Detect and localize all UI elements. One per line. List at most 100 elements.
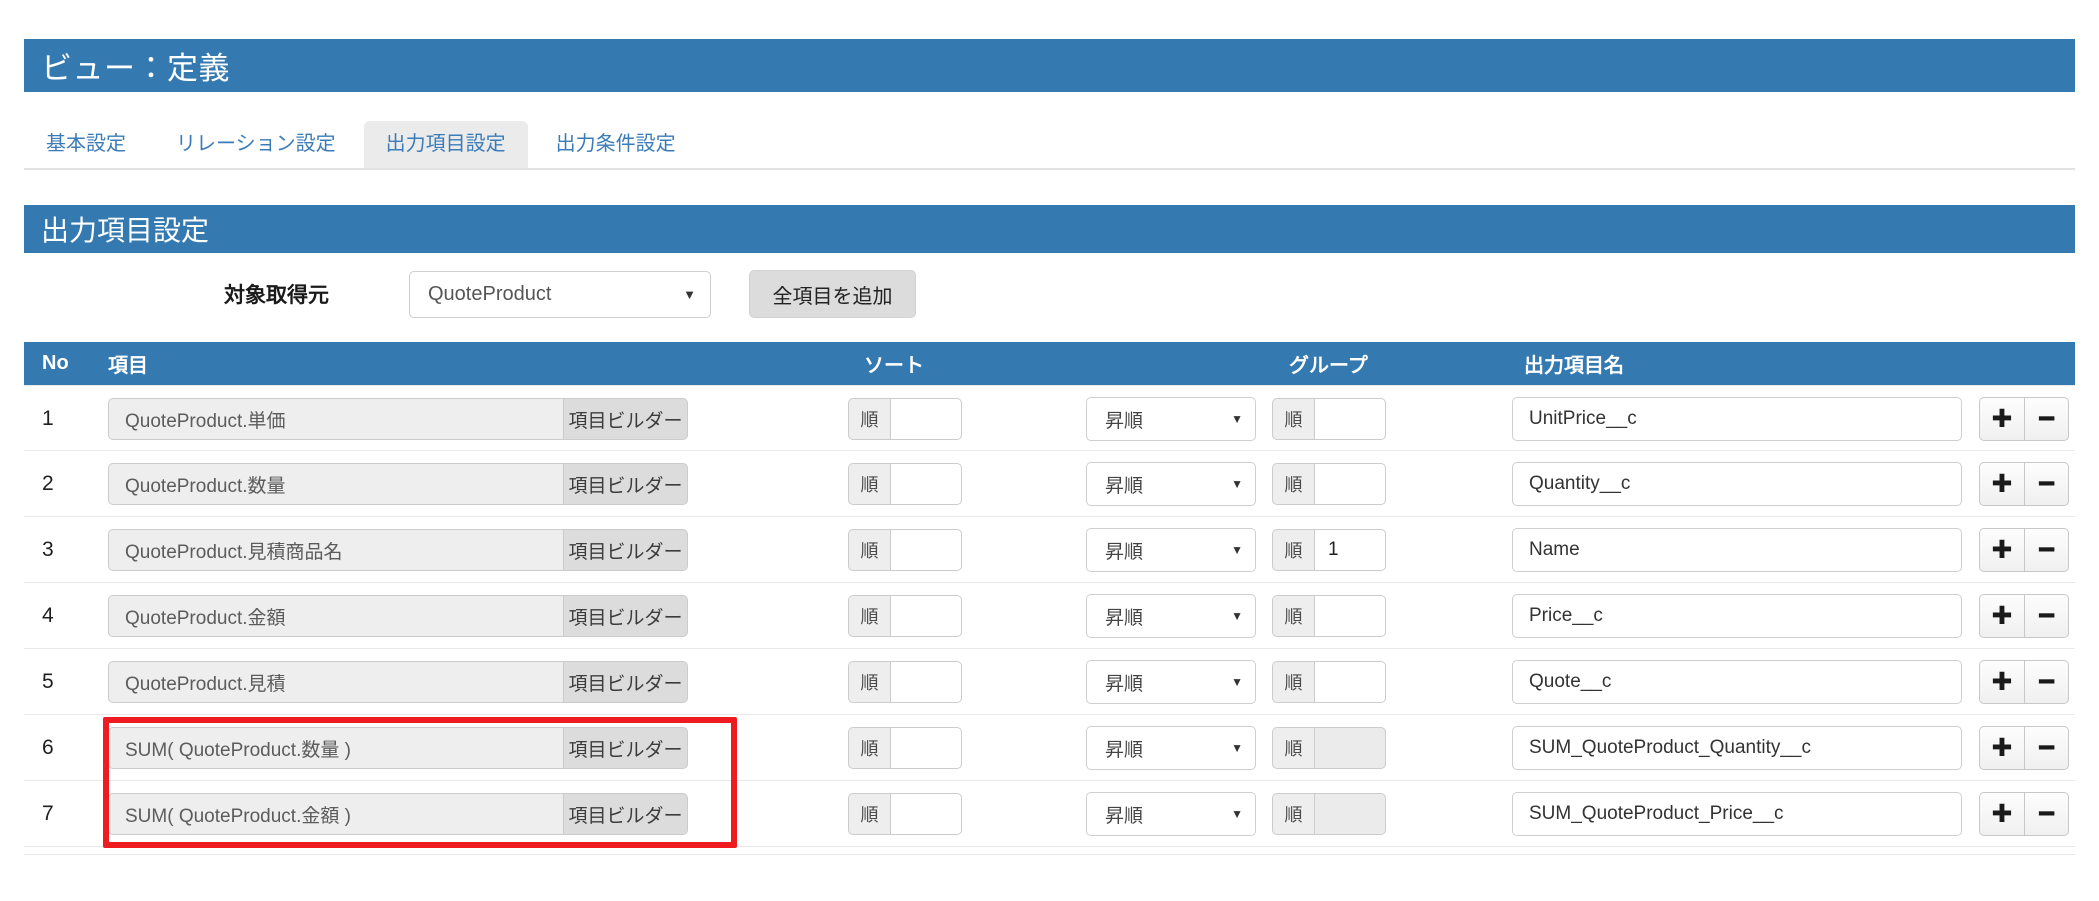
group-order-group: 順1 [1272,529,1386,571]
item-cell: QuoteProduct.単価項目ビルダー [108,386,688,452]
tab-1[interactable]: リレーション設定 [154,121,358,168]
item-field-input[interactable]: QuoteProduct.単価 [108,398,563,440]
output-name-cell: Quantity__c [1512,451,1962,517]
tab-0[interactable]: 基本設定 [24,121,148,168]
chevron-down-icon: ▼ [1231,609,1255,623]
source-toolbar: 対象取得元 QuoteProduct ▼ 全項目を追加 [24,265,2075,323]
table-row: 5QuoteProduct.見積項目ビルダー順昇順▼順Quote__c✚━ [24,649,2075,715]
output-name-input[interactable]: UnitPrice__c [1512,397,1962,441]
item-field-input[interactable]: QuoteProduct.金額 [108,595,563,637]
sort-direction-select[interactable]: 昇順▼ [1086,397,1256,441]
item-field-input[interactable]: QuoteProduct.数量 [108,463,563,505]
sort-direction-value: 昇順 [1087,471,1231,498]
row-number: 2 [42,451,82,517]
group-order-input[interactable] [1314,661,1386,703]
output-name-cell: Name [1512,517,1962,583]
item-field-input[interactable]: QuoteProduct.見積商品名 [108,529,563,571]
field-builder-button[interactable]: 項目ビルダー [563,529,688,571]
remove-row-button[interactable]: ━ [2024,528,2069,572]
sort-order-addon-label: 順 [848,529,890,571]
field-builder-button[interactable]: 項目ビルダー [563,793,688,835]
sort-direction-value: 昇順 [1087,603,1231,630]
sort-order-input[interactable] [890,727,962,769]
field-builder-button[interactable]: 項目ビルダー [563,595,688,637]
output-name-cell: Price__c [1512,583,1962,649]
add-row-button[interactable]: ✚ [1979,594,2024,638]
remove-row-button[interactable]: ━ [2024,594,2069,638]
sort-order-cell: 順 [848,781,962,847]
add-row-button[interactable]: ✚ [1979,792,2024,836]
table-row: 6SUM( QuoteProduct.数量 )項目ビルダー順昇順▼順SUM_Qu… [24,715,2075,781]
row-action-group: ✚━ [1979,528,2069,572]
remove-row-button[interactable]: ━ [2024,792,2069,836]
output-name-input[interactable]: Name [1512,528,1962,572]
source-select[interactable]: QuoteProduct ▼ [409,271,711,318]
tab-2[interactable]: 出力項目設定 [364,121,528,168]
add-row-button[interactable]: ✚ [1979,660,2024,704]
group-order-input[interactable] [1314,398,1386,440]
field-builder-button[interactable]: 項目ビルダー [563,398,688,440]
output-name-input[interactable]: Price__c [1512,594,1962,638]
item-cell: SUM( QuoteProduct.金額 )項目ビルダー [108,781,688,847]
add-row-button[interactable]: ✚ [1979,726,2024,770]
sort-direction-select[interactable]: 昇順▼ [1086,792,1256,836]
item-field-input[interactable]: SUM( QuoteProduct.金額 ) [108,793,563,835]
group-order-addon-label: 順 [1272,595,1314,637]
column-header-sort: ソート [864,342,924,385]
output-name-cell: SUM_QuoteProduct_Quantity__c [1512,715,1962,781]
sort-order-group: 順 [848,398,962,440]
output-name-input[interactable]: Quote__c [1512,660,1962,704]
sort-order-group: 順 [848,727,962,769]
item-field-input[interactable]: QuoteProduct.見積 [108,661,563,703]
output-name-input[interactable]: Quantity__c [1512,462,1962,506]
source-label: 対象取得元 [224,279,329,309]
tab-3[interactable]: 出力条件設定 [534,121,698,168]
sort-direction-select[interactable]: 昇順▼ [1086,594,1256,638]
sort-order-group: 順 [848,661,962,703]
group-order-input[interactable] [1314,463,1386,505]
chevron-down-icon: ▼ [1231,807,1255,821]
output-name-input[interactable]: SUM_QuoteProduct_Quantity__c [1512,726,1962,770]
sort-direction-select[interactable]: 昇順▼ [1086,660,1256,704]
sort-direction-select[interactable]: 昇順▼ [1086,528,1256,572]
table-body: 1QuoteProduct.単価項目ビルダー順昇順▼順UnitPrice__c✚… [24,385,2075,847]
add-all-fields-button[interactable]: 全項目を追加 [749,270,916,318]
row-action-group: ✚━ [1979,726,2069,770]
sort-order-input[interactable] [890,661,962,703]
sort-direction-select[interactable]: 昇順▼ [1086,462,1256,506]
group-order-input[interactable]: 1 [1314,529,1386,571]
source-select-value: QuoteProduct [410,283,683,306]
sort-order-input[interactable] [890,529,962,571]
sort-order-input[interactable] [890,793,962,835]
chevron-down-icon: ▼ [1231,412,1255,426]
sort-order-cell: 順 [848,715,962,781]
item-field-input[interactable]: SUM( QuoteProduct.数量 ) [108,727,563,769]
tab-label: 基本設定 [46,133,126,155]
add-row-button[interactable]: ✚ [1979,528,2024,572]
field-builder-button[interactable]: 項目ビルダー [563,727,688,769]
row-actions-cell: ✚━ [1979,583,2069,649]
add-row-button[interactable]: ✚ [1979,397,2024,441]
sort-order-input[interactable] [890,398,962,440]
output-name-input[interactable]: SUM_QuoteProduct_Price__c [1512,792,1962,836]
group-order-input[interactable] [1314,595,1386,637]
add-row-button[interactable]: ✚ [1979,462,2024,506]
row-actions-cell: ✚━ [1979,715,2069,781]
field-builder-button[interactable]: 項目ビルダー [563,463,688,505]
sort-order-input[interactable] [890,463,962,505]
remove-row-button[interactable]: ━ [2024,660,2069,704]
remove-row-button[interactable]: ━ [2024,462,2069,506]
remove-row-button[interactable]: ━ [2024,397,2069,441]
row-number: 6 [42,715,82,781]
remove-row-button[interactable]: ━ [2024,726,2069,770]
sort-direction-select[interactable]: 昇順▼ [1086,726,1256,770]
table-row: 1QuoteProduct.単価項目ビルダー順昇順▼順UnitPrice__c✚… [24,385,2075,451]
table-header-row: No 項目 ソート グループ 出力項目名 [24,342,2075,385]
chevron-down-icon: ▼ [1231,675,1255,689]
sort-direction-cell: 昇順▼ [1086,715,1256,781]
sort-order-addon-label: 順 [848,595,890,637]
field-builder-button[interactable]: 項目ビルダー [563,661,688,703]
row-action-group: ✚━ [1979,660,2069,704]
group-order-addon-label: 順 [1272,793,1314,835]
sort-order-input[interactable] [890,595,962,637]
